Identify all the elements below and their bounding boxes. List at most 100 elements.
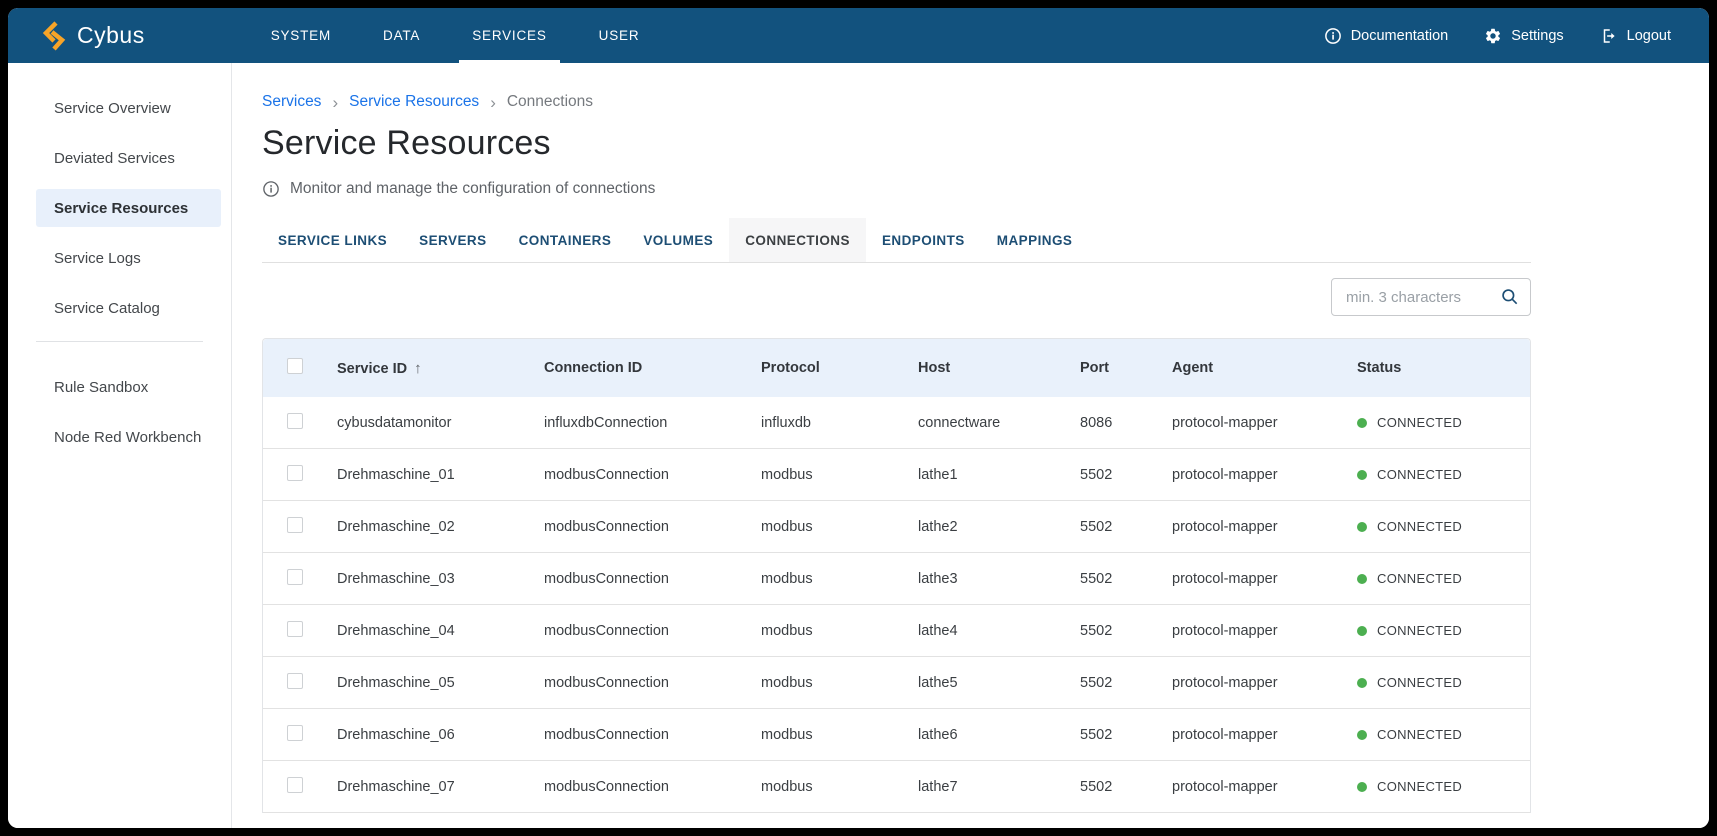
breadcrumb-link-services[interactable]: Services [262,93,321,111]
status-label: CONNECTED [1377,571,1462,586]
row-checkbox[interactable] [287,777,303,793]
row-checkbox[interactable] [287,621,303,637]
cell-status: CONNECTED [1357,519,1530,534]
column-header-port[interactable]: Port [1080,360,1172,376]
cell-protocol: modbus [761,675,918,691]
table-row[interactable]: Drehmaschine_02 modbusConnection modbus … [263,501,1530,553]
breadcrumb-link-service-resources[interactable]: Service Resources [349,93,479,111]
tab-bar: SERVICE LINKS SERVERS CONTAINERS [262,218,1531,263]
cell-status: CONNECTED [1357,467,1530,482]
connections-table: Service ID↑ Connection ID Protocol Host … [262,338,1531,813]
select-all-checkbox[interactable] [287,358,303,374]
tab[interactable]: CONTAINERS [503,218,628,262]
status-indicator [1357,522,1367,532]
cell-host: connectware [918,415,1080,431]
sidebar-item[interactable]: Node Red Workbench [36,418,221,456]
status-label: CONNECTED [1377,415,1462,430]
tab[interactable]: MAPPINGS [981,218,1089,262]
settings-button[interactable]: Settings [1484,27,1563,45]
tab[interactable]: VOLUMES [627,218,729,262]
cell-port: 5502 [1080,623,1172,639]
cell-agent: protocol-mapper [1172,571,1357,587]
table-row[interactable]: cybusdatamonitor influxdbConnection infl… [263,397,1530,449]
nav-item[interactable]: SYSTEM [245,8,357,63]
row-checkbox[interactable] [287,569,303,585]
sidebar-item[interactable]: Rule Sandbox [36,368,221,406]
search-icon[interactable] [1500,287,1520,307]
cell-host: lathe7 [918,779,1080,795]
documentation-button[interactable]: Documentation [1324,27,1449,45]
row-select-cell [263,569,337,589]
cell-connection-id: modbusConnection [544,571,761,587]
status-label: CONNECTED [1377,623,1462,638]
table-row[interactable]: Drehmaschine_04 modbusConnection modbus … [263,605,1530,657]
search-row [262,278,1531,316]
table-body: cybusdatamonitor influxdbConnection infl… [263,397,1530,813]
table-row[interactable]: Drehmaschine_06 modbusConnection modbus … [263,709,1530,761]
tab[interactable]: SERVICE LINKS [262,218,403,262]
sidebar-divider [36,341,203,342]
table-row[interactable]: Drehmaschine_01 modbusConnection modbus … [263,449,1530,501]
topbar-actions: Documentation Settings [1324,8,1709,63]
table-row[interactable]: Drehmaschine_07 modbusConnection modbus … [263,761,1530,813]
cell-host: lathe4 [918,623,1080,639]
cell-port: 8086 [1080,415,1172,431]
sidebar-item-label: Node Red Workbench [54,429,201,446]
column-header-status[interactable]: Status [1357,360,1530,376]
breadcrumb-current: Connections [507,93,593,111]
nav-item[interactable]: SERVICES [446,8,572,63]
sidebar-item[interactable]: Deviated Services [36,139,221,177]
table-row[interactable]: Drehmaschine_05 modbusConnection modbus … [263,657,1530,709]
status-indicator [1357,678,1367,688]
sidebar-item[interactable]: Service Logs [36,239,221,277]
tab-label: ENDPOINTS [882,233,965,248]
column-header-service-id[interactable]: Service ID↑ [337,360,544,377]
tab[interactable]: ENDPOINTS [866,218,981,262]
nav-item-label: SERVICES [472,28,546,43]
column-header-connection-id[interactable]: Connection ID [544,360,761,376]
sidebar-item-label: Service Catalog [54,300,160,317]
row-checkbox[interactable] [287,517,303,533]
column-header-protocol[interactable]: Protocol [761,360,918,376]
nav-item[interactable]: DATA [357,8,446,63]
table-row[interactable]: Drehmaschine_03 modbusConnection modbus … [263,553,1530,605]
status-label: CONNECTED [1377,779,1462,794]
cell-host: lathe5 [918,675,1080,691]
status-indicator [1357,470,1367,480]
cell-service-id: Drehmaschine_04 [337,623,544,639]
row-checkbox[interactable] [287,673,303,689]
cybus-logo-icon [42,20,66,52]
page-subtitle-text: Monitor and manage the configuration of … [290,180,655,198]
sidebar-item[interactable]: Service Resources [36,189,221,227]
sidebar-secondary-group: Rule Sandbox Node Red Workbench [8,368,231,456]
column-header-host[interactable]: Host [918,360,1080,376]
row-checkbox[interactable] [287,725,303,741]
app-window: Cybus SYSTEM DATA SERVICES [8,8,1709,828]
sidebar-item[interactable]: Service Catalog [36,289,221,327]
gear-icon [1484,27,1502,45]
cell-service-id: Drehmaschine_01 [337,467,544,483]
cell-protocol: modbus [761,779,918,795]
column-header-agent[interactable]: Agent [1172,360,1357,376]
tab-label: CONNECTIONS [745,233,850,248]
cell-connection-id: influxdbConnection [544,415,761,431]
cell-status: CONNECTED [1357,415,1530,430]
cell-service-id: cybusdatamonitor [337,415,544,431]
tab[interactable]: CONNECTIONS [729,218,866,262]
logout-button[interactable]: Logout [1600,27,1671,45]
sidebar-item[interactable]: Service Overview [36,89,221,127]
row-checkbox[interactable] [287,413,303,429]
nav-item[interactable]: USER [573,8,666,63]
row-checkbox[interactable] [287,465,303,481]
brand-logo[interactable]: Cybus [8,8,145,63]
tab[interactable]: SERVERS [403,218,502,262]
top-navigation-bar: Cybus SYSTEM DATA SERVICES [8,8,1709,63]
status-indicator [1357,626,1367,636]
row-select-cell [263,413,337,433]
cell-status: CONNECTED [1357,779,1530,794]
page-title: Service Resources [262,124,1531,163]
cell-agent: protocol-mapper [1172,623,1357,639]
row-select-cell [263,673,337,693]
cell-port: 5502 [1080,675,1172,691]
cell-port: 5502 [1080,727,1172,743]
